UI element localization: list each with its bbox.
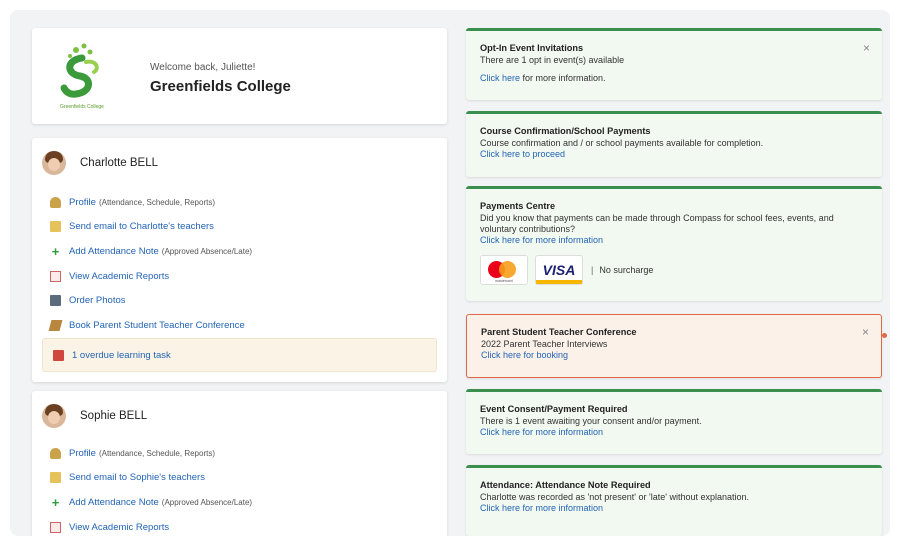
- profile-link-label: Profile: [69, 447, 96, 459]
- order-photos-label: Order Photos: [69, 295, 126, 307]
- avatar: [42, 151, 66, 175]
- visa-icon: VISA: [535, 255, 583, 286]
- overdue-task-label: 1 overdue learning task: [72, 349, 171, 361]
- book-conference-label: Book Parent Student Teacher Conference: [69, 319, 245, 331]
- report-icon: [50, 521, 61, 533]
- notice-link[interactable]: Click here for more information: [480, 427, 868, 438]
- profile-link[interactable]: Profile (Attendance, Schedule, Reports): [50, 441, 252, 466]
- add-attendance-note-note: (Approved Absence/Late): [161, 246, 253, 256]
- notice-link[interactable]: Click here for more information: [480, 235, 868, 246]
- notice-text: Course confirmation and / or school paym…: [480, 137, 764, 148]
- student-card-sophie: Sophie BELL Profile (Attendance, Schedul…: [32, 391, 447, 536]
- notice-parent-teacher-conference: × Parent Student Teacher Conference 2022…: [466, 314, 882, 378]
- view-reports-link[interactable]: View Academic Reports: [50, 264, 252, 289]
- student-card-charlotte: Charlotte BELL Profile (Attendance, Sche…: [32, 138, 447, 382]
- mail-icon: [50, 472, 61, 484]
- notice-text: There is 1 event awaiting your consent a…: [480, 415, 702, 426]
- view-reports-label: View Academic Reports: [69, 521, 170, 533]
- camera-icon: [50, 295, 61, 307]
- add-attendance-note-link[interactable]: + Add Attendance Note (Approved Absence/…: [50, 239, 252, 264]
- add-attendance-note-link[interactable]: + Add Attendance Note (Approved Absence/…: [50, 490, 252, 515]
- logo-caption: Greenfields College: [60, 104, 104, 110]
- notice-text: Did you know that payments can be made t…: [480, 212, 834, 234]
- notice-title: Parent Student Teacher Conference: [481, 327, 637, 337]
- notice-title: Payments Centre: [480, 201, 556, 211]
- email-teachers-label: Send email to Charlotte's teachers: [69, 221, 214, 233]
- add-attendance-note-label: Add Attendance Note: [69, 245, 159, 257]
- add-attendance-note-note: (Approved Absence/Late): [161, 497, 253, 507]
- close-icon[interactable]: ×: [863, 41, 870, 56]
- report-icon: [50, 270, 61, 282]
- add-attendance-note-label: Add Attendance Note: [69, 496, 159, 508]
- conference-icon: [48, 319, 63, 331]
- indicator-dot: [882, 333, 887, 338]
- school-logo: Greenfields College: [46, 40, 118, 116]
- task-icon: [53, 349, 64, 361]
- notice-title: Attendance: Attendance Note Required: [480, 480, 651, 490]
- overdue-task-banner[interactable]: 1 overdue learning task: [42, 338, 437, 372]
- student-links: Profile (Attendance, Schedule, Reports) …: [50, 441, 252, 536]
- notice-link-suffix: for more information.: [520, 72, 606, 83]
- view-reports-link[interactable]: View Academic Reports: [50, 515, 252, 536]
- close-icon[interactable]: ×: [862, 325, 869, 340]
- notice-title: Course Confirmation/School Payments: [480, 126, 651, 136]
- profile-icon: [50, 447, 61, 459]
- notice-event-consent: Event Consent/Payment Required There is …: [466, 389, 882, 454]
- profile-link[interactable]: Profile (Attendance, Schedule, Reports): [50, 190, 252, 215]
- notice-text: Charlotte was recorded as 'not present' …: [480, 491, 750, 502]
- notice-title: Opt-In Event Invitations: [480, 43, 584, 53]
- book-conference-link[interactable]: Book Parent Student Teacher Conference: [48, 313, 252, 338]
- notice-link[interactable]: Click here for booking: [481, 350, 867, 361]
- payment-methods: mastercard VISA | No surcharge: [480, 255, 868, 286]
- avatar: [42, 404, 66, 428]
- mastercard-label: mastercard: [495, 278, 513, 283]
- student-name: Sophie BELL: [80, 410, 148, 422]
- profile-link-label: Profile: [69, 196, 96, 208]
- dashboard-frame: Greenfields College Welcome back, Juliet…: [10, 10, 890, 536]
- student-header[interactable]: Sophie BELL: [42, 401, 147, 431]
- student-header[interactable]: Charlotte BELL: [42, 148, 158, 178]
- mail-icon: [50, 221, 61, 233]
- welcome-card: Greenfields College Welcome back, Juliet…: [32, 28, 447, 124]
- notice-payments-centre: Payments Centre Did you know that paymen…: [466, 186, 882, 301]
- profile-link-note: (Attendance, Schedule, Reports): [98, 448, 216, 458]
- profile-icon: [50, 196, 61, 208]
- view-reports-label: View Academic Reports: [69, 270, 170, 282]
- welcome-greeting: Welcome back, Juliette!: [150, 62, 256, 73]
- notice-optin-events: × Opt-In Event Invitations There are 1 o…: [466, 28, 882, 100]
- school-name: Greenfields College: [150, 78, 291, 95]
- notice-title: Event Consent/Payment Required: [480, 404, 628, 414]
- notice-course-confirmation: Course Confirmation/School Payments Cour…: [466, 111, 882, 177]
- order-photos-link[interactable]: Order Photos: [50, 288, 252, 313]
- student-name: Charlotte BELL: [80, 157, 158, 169]
- separator: |: [591, 264, 594, 275]
- school-logo-icon: [60, 43, 99, 98]
- notice-text: There are 1 opt in event(s) available: [480, 54, 625, 65]
- mastercard-icon: mastercard: [480, 255, 528, 286]
- plus-icon: +: [51, 243, 60, 259]
- notice-link[interactable]: Click here: [480, 73, 520, 83]
- notice-link-line: Click here for more information.: [480, 73, 868, 84]
- plus-icon: +: [51, 494, 60, 510]
- notice-link[interactable]: Click here for more information: [480, 503, 868, 514]
- no-surcharge-label: No surcharge: [599, 264, 654, 275]
- email-teachers-link[interactable]: Send email to Sophie's teachers: [50, 466, 252, 491]
- email-teachers-label: Send email to Sophie's teachers: [69, 472, 205, 484]
- email-teachers-link[interactable]: Send email to Charlotte's teachers: [50, 215, 252, 240]
- profile-link-note: (Attendance, Schedule, Reports): [98, 197, 216, 207]
- notice-attendance-note: Attendance: Attendance Note Required Cha…: [466, 465, 882, 536]
- student-links: Profile (Attendance, Schedule, Reports) …: [48, 190, 252, 338]
- notice-text: 2022 Parent Teacher Interviews: [481, 338, 608, 349]
- notice-link[interactable]: Click here to proceed: [480, 149, 868, 160]
